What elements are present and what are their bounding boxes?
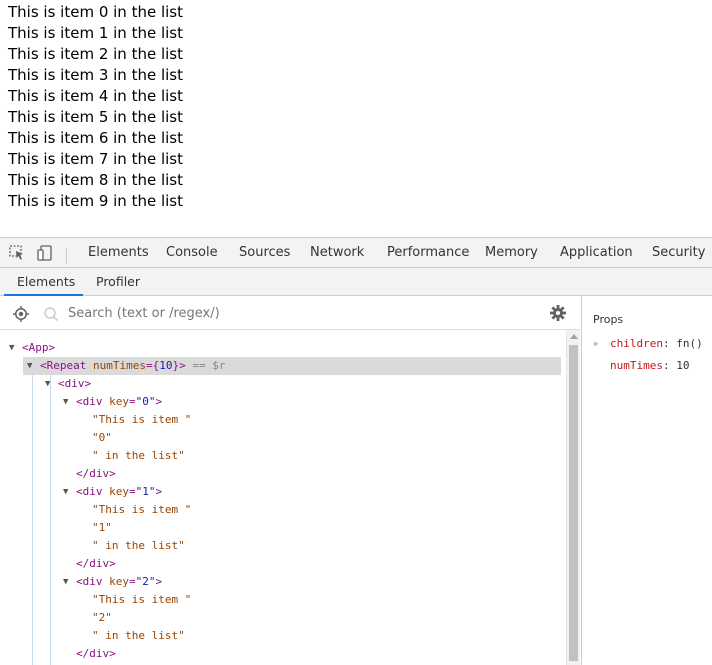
subtab-elements[interactable]: Elements <box>17 274 75 289</box>
devtools-main-tabbar: Elements Console Sources Network Perform… <box>0 237 712 268</box>
list-item: This is item 0 in the list <box>8 3 183 21</box>
tree-node-div-key[interactable]: ▼ <div key="0"> <box>0 393 566 411</box>
toolbar-divider <box>66 247 67 264</box>
page-item-list: This is item 0 in the list This is item … <box>8 2 183 212</box>
select-element-icon[interactable] <box>12 305 30 328</box>
expand-triangle-icon[interactable]: ▼ <box>63 393 68 411</box>
list-item: This is item 8 in the list <box>8 171 183 189</box>
tree-text-node[interactable]: "2" <box>0 609 566 627</box>
tab-performance[interactable]: Performance <box>387 245 469 260</box>
tree-text-node[interactable]: " in the list" <box>0 447 566 465</box>
tree-node-div-key[interactable]: ▼ <div key="2"> <box>0 573 566 591</box>
tree-node-div-key[interactable]: ▼ <div key="1"> <box>0 483 566 501</box>
list-item: This is item 3 in the list <box>8 66 183 84</box>
tree-node-div[interactable]: ▼ <div> <box>0 375 566 393</box>
tree-scrollbar[interactable] <box>566 330 580 665</box>
subtab-profiler[interactable]: Profiler <box>96 274 140 289</box>
tree-closing-tag: </div> <box>76 647 116 660</box>
tree-text-node[interactable]: "This is item " <box>0 501 566 519</box>
tab-console[interactable]: Console <box>166 245 218 260</box>
list-item: This is item 4 in the list <box>8 87 183 105</box>
search-bar <box>0 296 580 330</box>
component-tree: ▼ <App> ▼ <Repeat numTimes={10}> == $r ▼… <box>0 330 566 665</box>
expand-triangle-icon[interactable]: ▼ <box>9 339 14 357</box>
list-item: This is item 9 in the list <box>8 192 183 210</box>
tree-text-node[interactable]: "1" <box>0 519 566 537</box>
tree-closing-tag: </div> <box>76 467 116 480</box>
tab-network[interactable]: Network <box>310 245 364 260</box>
expand-triangle-icon[interactable]: ▼ <box>63 483 68 501</box>
tree-text-node[interactable]: "This is item " <box>0 411 566 429</box>
tree-text-node[interactable]: " in the list" <box>0 537 566 555</box>
prop-numtimes[interactable]: numTimes: 10 <box>610 359 689 372</box>
list-item: This is item 6 in the list <box>8 129 183 147</box>
devtools-panel: Elements Console Sources Network Perform… <box>0 237 712 665</box>
tree-closing-tag: </div> <box>76 557 116 570</box>
scrollbar-thumb[interactable] <box>569 345 578 661</box>
expand-triangle-icon[interactable]: ▼ <box>27 357 32 375</box>
expand-triangle-icon[interactable]: ▼ <box>63 573 68 591</box>
inspect-element-icon[interactable] <box>8 244 26 267</box>
props-pane: Props ▶ children: fn() numTimes: 10 <box>581 296 712 665</box>
tab-sources[interactable]: Sources <box>239 245 290 260</box>
prop-children[interactable]: children: fn() <box>610 337 703 350</box>
list-item: This is item 5 in the list <box>8 108 183 126</box>
tab-security[interactable]: Security <box>652 245 705 260</box>
search-icon <box>43 306 59 327</box>
expand-arrow-icon[interactable]: ▶ <box>594 339 599 348</box>
tree-text-node[interactable]: "This is item " <box>0 591 566 609</box>
device-toolbar-icon[interactable] <box>36 244 54 267</box>
tab-memory[interactable]: Memory <box>485 245 538 260</box>
tab-application[interactable]: Application <box>560 245 633 260</box>
react-devtools-tabbar: Elements Profiler <box>0 268 712 296</box>
props-title: Props <box>593 313 624 326</box>
list-item: This is item 1 in the list <box>8 24 183 42</box>
expand-triangle-icon[interactable]: ▼ <box>45 375 50 393</box>
search-input[interactable] <box>68 303 538 323</box>
tab-elements[interactable]: Elements <box>88 245 149 260</box>
list-item: This is item 2 in the list <box>8 45 183 63</box>
tree-text-node[interactable]: "0" <box>0 429 566 447</box>
tree-text-node[interactable]: " in the list" <box>0 627 566 645</box>
tree-node-app[interactable]: ▼ <App> <box>0 339 566 357</box>
scroll-up-arrow-icon[interactable] <box>570 334 578 339</box>
gear-icon[interactable] <box>549 304 567 327</box>
list-item: This is item 7 in the list <box>8 150 183 168</box>
tree-node-repeat[interactable]: ▼ <Repeat numTimes={10}> == $r <box>0 357 566 375</box>
